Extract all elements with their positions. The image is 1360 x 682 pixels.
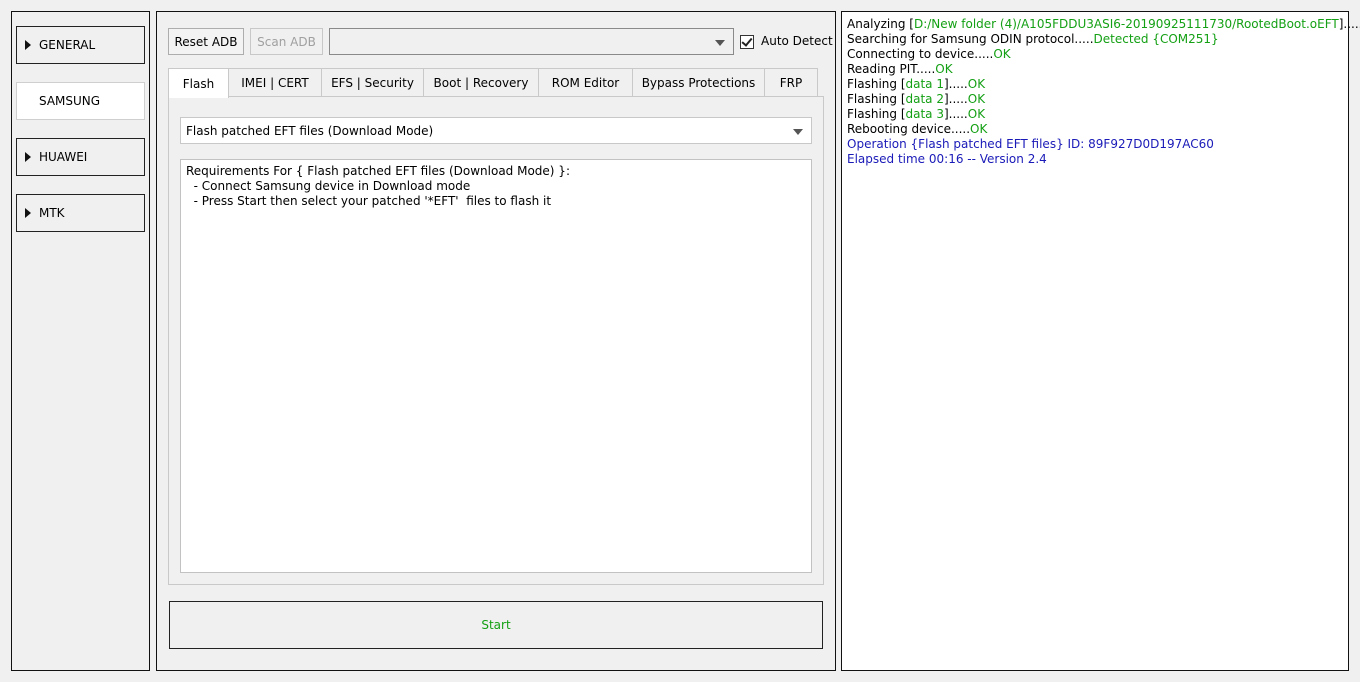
nav-mtk-label: MTK (39, 206, 65, 220)
nav-huawei-label: HUAWEI (39, 150, 88, 164)
log-line: Connecting to device.....OK (847, 47, 1011, 61)
tab-boot-recovery[interactable]: Boot | Recovery (423, 68, 539, 97)
tab-imei-cert[interactable]: IMEI | CERT (228, 68, 322, 97)
start-button[interactable]: Start (169, 601, 823, 649)
requirements-textbox[interactable]: Requirements For { Flash patched EFT fil… (180, 159, 812, 573)
nav-general-button[interactable]: GENERAL (16, 26, 145, 64)
log-line: Flashing [data 1].....OK (847, 77, 986, 91)
dropdown-arrow-icon (715, 39, 725, 46)
log-line: Flashing [data 2].....OK (847, 92, 986, 106)
nav-huawei-button[interactable]: HUAWEI (16, 138, 145, 176)
expand-arrow-icon (25, 96, 31, 106)
nav-samsung-button[interactable]: SAMSUNG (16, 82, 145, 120)
log-output: Analyzing [D:/New folder (4)/A105FDDU3AS… (847, 17, 1360, 167)
log-line-operation: Operation {Flash patched EFT files} ID: … (847, 137, 1214, 151)
log-line-elapsed: Elapsed time 00:16 -- Version 2.4 (847, 152, 1047, 166)
operation-select[interactable]: Flash patched EFT files (Download Mode) (180, 117, 812, 144)
nav-samsung-label: SAMSUNG (39, 94, 101, 108)
scan-adb-button[interactable]: Scan ADB (250, 28, 323, 55)
tab-frp[interactable]: FRP (764, 68, 818, 97)
dropdown-arrow-icon (793, 128, 803, 135)
operation-select-value: Flash patched EFT files (Download Mode) (186, 123, 434, 138)
tab-efs-security[interactable]: EFS | Security (321, 68, 424, 97)
requirements-line: - Connect Samsung device in Download mod… (186, 179, 471, 193)
log-line: Reading PIT.....OK (847, 62, 953, 76)
tab-flash[interactable]: Flash (168, 68, 229, 98)
auto-detect-checkbox[interactable] (740, 35, 754, 49)
category-panel: GENERAL SAMSUNG HUAWEI MTK (11, 11, 150, 671)
expand-arrow-icon (25, 152, 31, 162)
expand-arrow-icon (25, 40, 31, 50)
requirements-line: - Press Start then select your patched '… (186, 194, 552, 208)
auto-detect-label: Auto Detect (761, 34, 833, 48)
reset-adb-button[interactable]: Reset ADB (168, 28, 244, 55)
device-select[interactable] (329, 28, 734, 55)
nav-general-label: GENERAL (39, 38, 96, 52)
log-line: Analyzing [D:/New folder (4)/A105FDDU3AS… (847, 17, 1360, 31)
log-line: Flashing [data 3].....OK (847, 107, 986, 121)
log-line: Searching for Samsung ODIN protocol.....… (847, 32, 1219, 46)
log-line: Rebooting device.....OK (847, 122, 988, 136)
nav-mtk-button[interactable]: MTK (16, 194, 145, 232)
tab-bypass-protections[interactable]: Bypass Protections (632, 68, 765, 97)
expand-arrow-icon (25, 208, 31, 218)
tab-rom-editor[interactable]: ROM Editor (538, 68, 633, 97)
requirements-line: Requirements For { Flash patched EFT fil… (186, 164, 570, 178)
